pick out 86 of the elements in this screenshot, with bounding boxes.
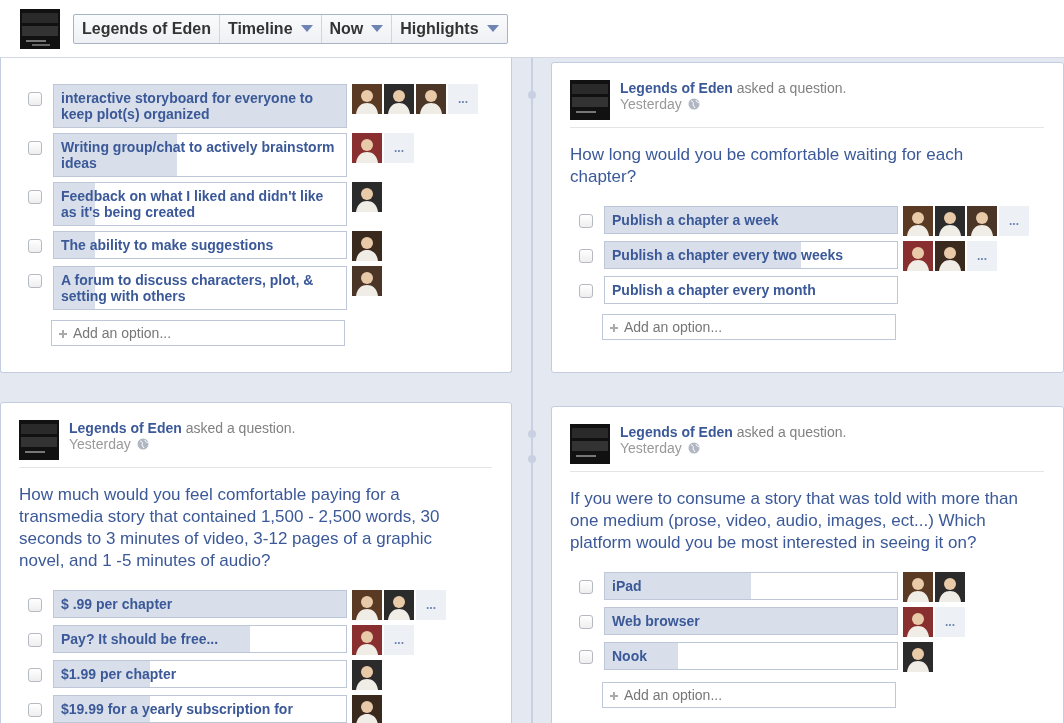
checkbox[interactable] xyxy=(28,190,42,204)
menu-dropdown[interactable]: Highlights xyxy=(392,14,507,43)
avatar[interactable] xyxy=(903,607,933,637)
add-option-field[interactable]: Add an option... xyxy=(602,314,896,340)
add-option-field[interactable]: Add an option... xyxy=(602,682,896,708)
avatar[interactable] xyxy=(416,84,446,114)
action-text: asked a question. xyxy=(736,424,847,440)
avatar[interactable] xyxy=(352,182,382,212)
more-button[interactable]: ... xyxy=(999,206,1029,236)
globe-icon xyxy=(687,442,700,454)
avatar[interactable] xyxy=(352,231,382,261)
poll-option[interactable]: A forum to discuss characters, plot, & setting with others xyxy=(53,266,347,310)
more-button[interactable]: ... xyxy=(384,625,414,655)
poll-option[interactable]: Nook xyxy=(604,642,898,670)
avatar[interactable] xyxy=(935,572,965,602)
menu-dropdown[interactable]: Now xyxy=(321,14,393,43)
timestamp-link[interactable]: Yesterday xyxy=(69,436,131,452)
checkbox[interactable] xyxy=(579,650,593,664)
poll-option[interactable]: Writing group/chat to actively brainstorm ideas xyxy=(53,133,347,177)
avatar[interactable] xyxy=(967,206,997,236)
timeline-dot xyxy=(528,430,536,438)
poll-option[interactable]: Publish a chapter every month xyxy=(604,276,898,304)
globe-icon xyxy=(136,438,149,450)
timestamp-link[interactable]: Yesterday xyxy=(620,440,682,456)
checkbox[interactable] xyxy=(28,703,42,717)
more-button[interactable]: ... xyxy=(967,241,997,271)
question-text: How long would you be comfortable waiting for each chapter? xyxy=(570,144,965,188)
avatar[interactable] xyxy=(352,625,382,655)
checkbox[interactable] xyxy=(579,249,593,263)
caret-icon xyxy=(486,25,499,32)
avatar[interactable] xyxy=(352,84,382,114)
poll-option[interactable]: Feedback on what I liked and didn't like as it's being created xyxy=(53,182,347,226)
checkbox[interactable] xyxy=(28,598,42,612)
poll-option[interactable]: $ .99 per chapter xyxy=(53,590,347,618)
action-text: asked a question. xyxy=(736,80,847,96)
poll-option[interactable]: $1.99 per chapter xyxy=(53,660,347,688)
more-button[interactable]: ... xyxy=(935,607,965,637)
add-option-field[interactable]: Add an option... xyxy=(51,320,345,346)
avatar[interactable] xyxy=(903,642,933,672)
page-name-button[interactable]: Legends of Eden xyxy=(74,14,220,43)
menu-dropdown[interactable]: Timeline xyxy=(219,14,322,43)
caret-icon xyxy=(371,25,384,32)
timeline-dot xyxy=(528,455,536,463)
avatar[interactable] xyxy=(352,695,382,723)
more-button[interactable]: ... xyxy=(448,84,478,114)
author-link[interactable]: Legends of Eden xyxy=(620,424,733,440)
checkbox[interactable] xyxy=(28,274,42,288)
poll-option[interactable]: Publish a chapter every two weeks xyxy=(604,241,898,269)
avatar[interactable] xyxy=(384,590,414,620)
poll-option[interactable]: interactive storyboard for everyone to keep plot(s) organized xyxy=(53,84,347,128)
checkbox[interactable] xyxy=(579,615,593,629)
checkbox[interactable] xyxy=(28,141,42,155)
question-text: How much would you feel comfortable paying for a transmedia story that contained 1,500 - 2,500 words, 30 seconds to 3 minutes of video, 3-12 pages of a graphic novel, and 1 -5 minutes of audio? xyxy=(19,484,441,572)
more-button[interactable]: ... xyxy=(384,133,414,163)
avatar[interactable] xyxy=(352,266,382,296)
poll-option[interactable]: The ability to make suggestions xyxy=(53,231,347,259)
checkbox[interactable] xyxy=(28,92,42,106)
avatar[interactable] xyxy=(903,206,933,236)
avatar[interactable] xyxy=(935,241,965,271)
checkbox[interactable] xyxy=(28,633,42,647)
checkbox[interactable] xyxy=(579,580,593,594)
poll-option[interactable]: $19.99 for a yearly subscription for xyxy=(53,695,347,723)
timestamp-link[interactable]: Yesterday xyxy=(620,96,682,112)
avatar[interactable] xyxy=(384,84,414,114)
poll-option[interactable]: Publish a chapter a week xyxy=(604,206,898,234)
avatar[interactable] xyxy=(352,133,382,163)
checkbox[interactable] xyxy=(579,284,593,298)
author-link[interactable]: Legends of Eden xyxy=(69,420,182,436)
avatar[interactable] xyxy=(903,572,933,602)
action-text: asked a question. xyxy=(185,420,296,436)
avatar[interactable] xyxy=(352,660,382,690)
checkbox[interactable] xyxy=(579,214,593,228)
poll-option[interactable]: iPad xyxy=(604,572,898,600)
avatar[interactable] xyxy=(935,206,965,236)
avatar[interactable] xyxy=(903,241,933,271)
avatar[interactable] xyxy=(352,590,382,620)
author-link[interactable]: Legends of Eden xyxy=(620,80,733,96)
poll-option[interactable]: Pay? It should be free... xyxy=(53,625,347,653)
caret-icon xyxy=(300,25,313,32)
more-button[interactable]: ... xyxy=(416,590,446,620)
timeline-dot xyxy=(528,91,536,99)
poll-option[interactable]: Web browser xyxy=(604,607,898,635)
question-text: If you were to consume a story that was told with more than one medium (prose, video, audio, images, ect...) Which platform would you be most interested in seeing it on? xyxy=(570,488,1019,554)
checkbox[interactable] xyxy=(28,239,42,253)
globe-icon xyxy=(687,98,700,110)
checkbox[interactable] xyxy=(28,668,42,682)
